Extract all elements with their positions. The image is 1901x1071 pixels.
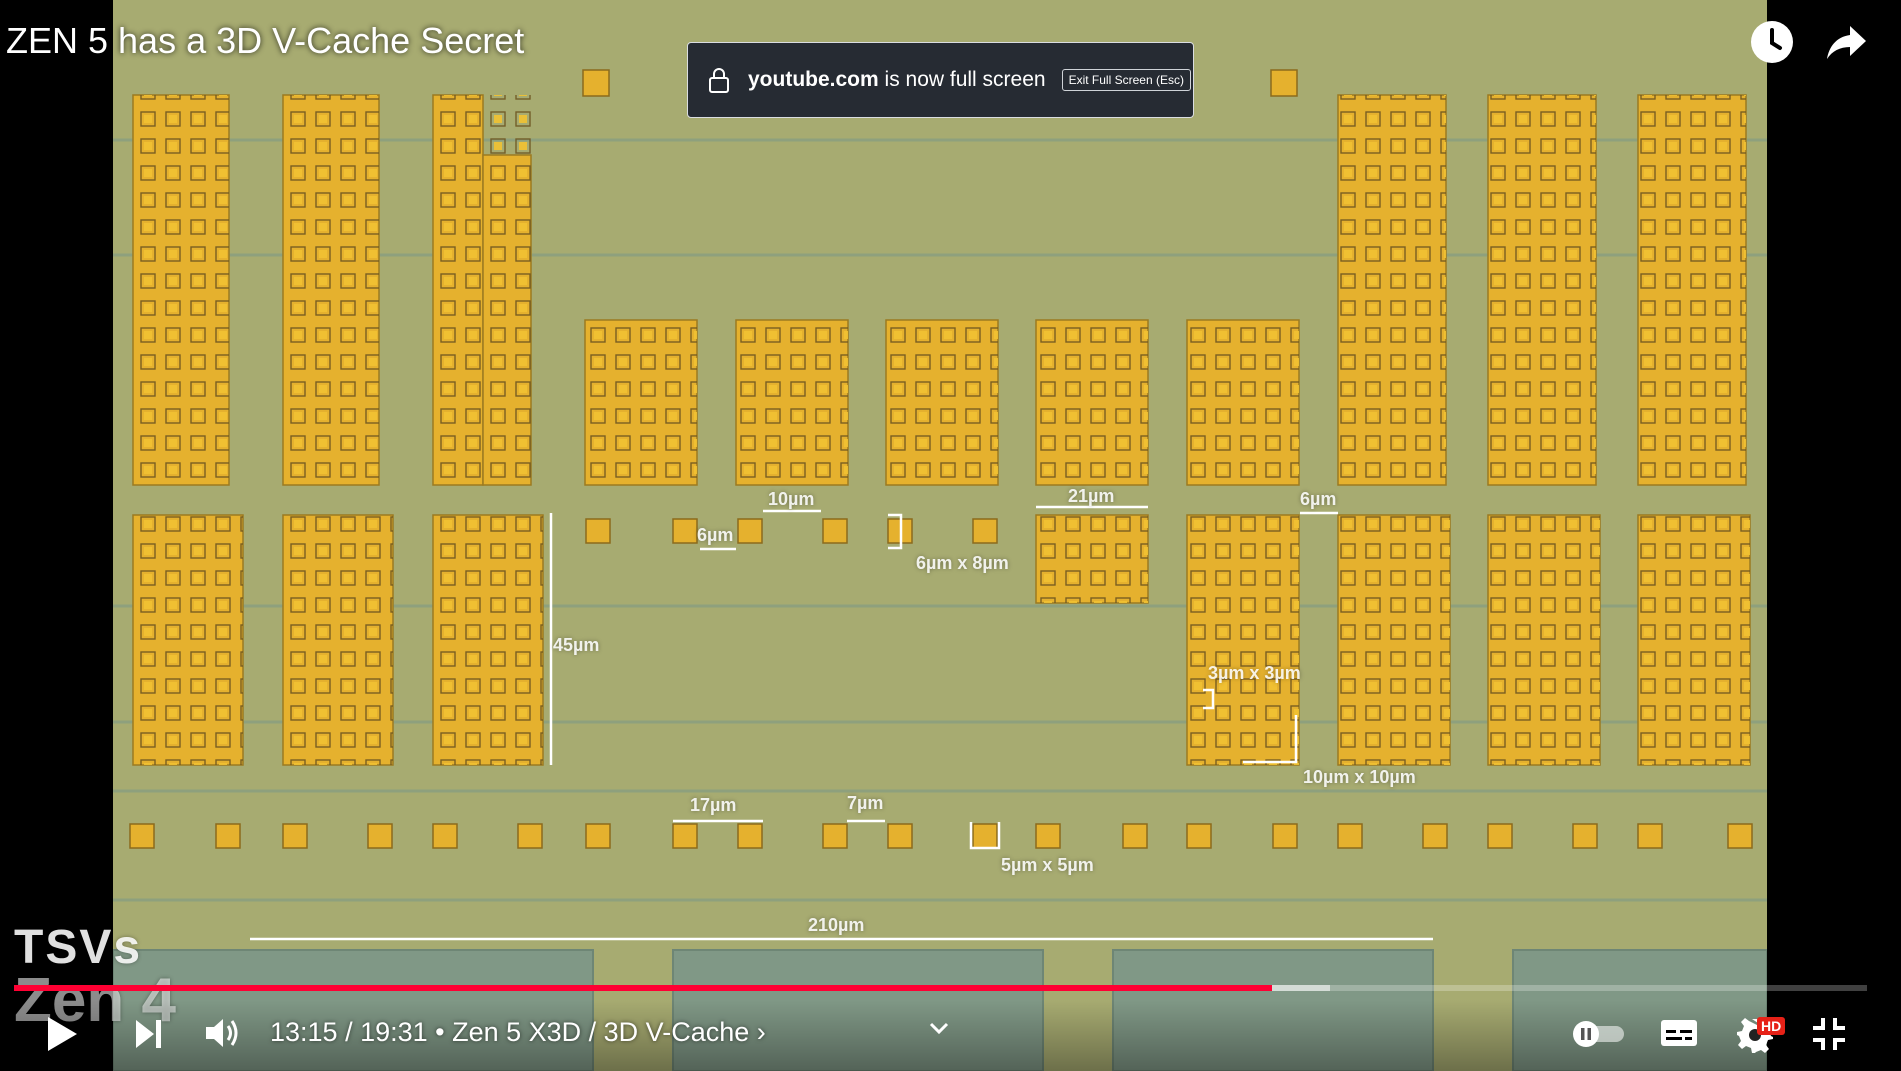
hd-badge: HD	[1757, 1017, 1786, 1035]
measurement-label: 10µm	[768, 489, 815, 509]
lock-icon	[709, 68, 729, 93]
clock-icon[interactable]	[1748, 18, 1796, 66]
measurement-label: 5µm x 5µm	[1001, 855, 1094, 875]
measurement-label: 6µm x 8µm	[916, 553, 1009, 573]
progress-bar[interactable]	[14, 985, 1867, 992]
measurement-label: 210µm	[808, 915, 865, 935]
fullscreen-domain: youtube.com	[748, 68, 879, 91]
exit-fullscreen-icon[interactable]	[1811, 1016, 1847, 1052]
volume-icon[interactable]	[204, 1016, 240, 1050]
measurement-label: 45µm	[553, 635, 600, 655]
subtitles-icon[interactable]	[1660, 1018, 1698, 1048]
video-title[interactable]: ZEN 5 has a 3D V-Cache Secret	[6, 20, 524, 62]
video-frame[interactable]	[113, 0, 1767, 1071]
fullscreen-message-text: is now full screen	[878, 68, 1046, 91]
fullscreen-message: youtube.com is now full screen	[748, 68, 1046, 92]
progress-played	[14, 985, 1273, 991]
next-icon[interactable]	[134, 1018, 164, 1050]
play-icon[interactable]	[44, 1014, 80, 1054]
video-player[interactable]: 45µm 10µm 6µm 6µm x 8µm 21µm 6µm 3µm x 3…	[0, 0, 1901, 1071]
fullscreen-notification: youtube.com is now full screen Exit Full…	[687, 42, 1194, 118]
share-arrow-icon[interactable]	[1822, 18, 1870, 66]
autoplay-toggle-icon[interactable]	[1570, 1018, 1628, 1048]
measurement-label: 7µm	[847, 793, 884, 813]
measurement-label: 10µm x 10µm	[1303, 767, 1416, 787]
measurement-label: 3µm x 3µm	[1208, 663, 1301, 683]
time-chapter-display[interactable]: 13:15 / 19:31 • Zen 5 X3D / 3D V-Cache ›	[270, 1017, 766, 1048]
measurement-label: 17µm	[690, 795, 737, 815]
exit-fullscreen-hint-button[interactable]: Exit Full Screen (Esc)	[1061, 69, 1191, 91]
chevron-down-icon[interactable]	[928, 1021, 950, 1035]
measurement-label: 21µm	[1068, 486, 1115, 506]
measurement-label: 6µm	[1300, 489, 1337, 509]
measurement-label: 6µm	[697, 525, 734, 545]
